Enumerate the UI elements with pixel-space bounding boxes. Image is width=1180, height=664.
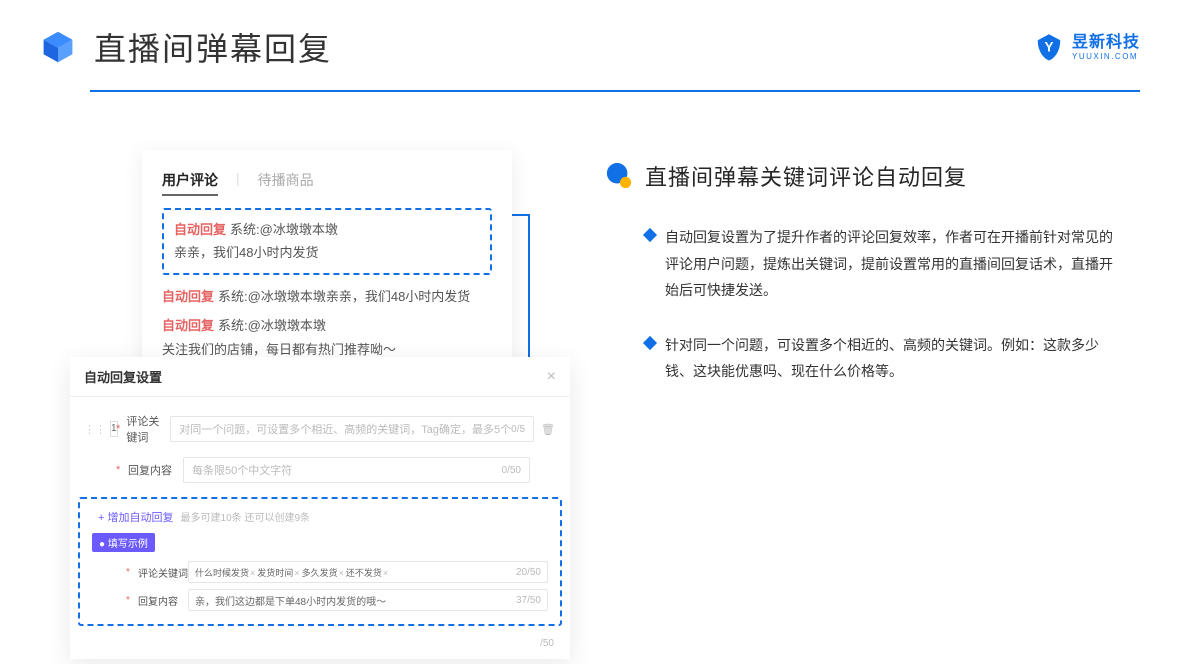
auto-reply-tag: 自动回复 (174, 218, 226, 241)
bullet-item: 针对同一个问题，可设置多个相近的、高频的关键词。例如：这款多少钱、这块能优惠吗、… (605, 332, 1125, 385)
comment-msg: 亲亲，我们48小时内发货 (174, 241, 318, 264)
tab-pending-goods[interactable]: 待播商品 (258, 170, 314, 190)
reply-label: 回复内容 (128, 462, 183, 478)
header-left: 直播间弹幕回复 (40, 24, 332, 70)
brand-icon: Y (1034, 32, 1064, 62)
reply-input[interactable]: 每条限50个中文字符 0/50 (183, 457, 530, 483)
bubble-icon (605, 162, 633, 190)
cube-icon (40, 29, 76, 65)
bullet-text: 自动回复设置为了提升作者的评论回复效率，作者可在开播前针对常见的评论用户问题，提… (665, 224, 1125, 304)
comment-item: 自动回复 系统: @冰墩墩本墩 亲亲，我们48小时内发货 (162, 285, 492, 308)
tab-divider: | (236, 170, 240, 190)
highlighted-comment: 自动回复 系统: @冰墩墩本墩 亲亲，我们48小时内发货 (162, 208, 492, 275)
system-label: 系统: (230, 218, 260, 241)
example-keyword-input[interactable]: 什么时候发货× 发货时间× 多久发货× 还不发货× 20/50 (188, 561, 548, 583)
tabs: 用户评论 | 待播商品 (162, 170, 492, 190)
diamond-bullet-icon (643, 336, 657, 350)
required-mark: * (116, 423, 122, 435)
comment-item: 自动回复 系统: @冰墩墩本墩 亲亲，我们48小时内发货 (174, 218, 480, 265)
add-sub-note: 最多可建10条 还可以创建9条 (181, 513, 310, 524)
header-rule (90, 90, 1140, 92)
slide-header: 直播间弹幕回复 Y 昱新科技 YUUXIN.COM (0, 0, 1180, 70)
svg-text:Y: Y (1044, 40, 1053, 55)
example-section: + 增加自动回复 最多可建10条 还可以创建9条 ● 填写示例 * 评论关键词 … (78, 497, 562, 626)
mention: @冰墩墩本墩 (260, 218, 338, 241)
keyword-row: ⋮⋮ 1 * 评论关键词 对同一个问题，可设置多个相近、高频的关键词，Tag确定… (70, 407, 570, 451)
delete-icon[interactable]: 🗑 (540, 423, 556, 436)
page-title: 直播间弹幕回复 (94, 24, 332, 70)
keyword-input[interactable]: 对同一个问题，可设置多个相近、高频的关键词，Tag确定，最多5个 0/5 (170, 416, 534, 442)
comments-panel: 用户评论 | 待播商品 自动回复 系统: @冰墩墩本墩 亲亲，我们48小时内发货… (142, 150, 512, 379)
example-badge: ● 填写示例 (92, 533, 155, 552)
reply-row: * 回复内容 每条限50个中文字符 0/50 (70, 451, 570, 489)
example-reply-row: * 回复内容 亲，我们这边都是下单48小时内发货的哦～ 37/50 (86, 586, 554, 614)
drag-handle-icon[interactable]: ⋮⋮ (84, 423, 106, 436)
settings-title: 自动回复设置 (84, 367, 162, 386)
description-block: 直播间弹幕关键词评论自动回复 自动回复设置为了提升作者的评论回复效率，作者可在开… (605, 160, 1125, 413)
tab-user-comments[interactable]: 用户评论 (162, 170, 218, 190)
auto-reply-settings-panel: 自动回复设置 × ⋮⋮ 1 * 评论关键词 对同一个问题，可设置多个相近、高频的… (70, 357, 570, 659)
brand-block: Y 昱新科技 YUUXIN.COM (1034, 32, 1140, 62)
comment-item: 自动回复 系统: @冰墩墩本墩 关注我们的店铺，每日都有热门推荐呦～ (162, 314, 492, 361)
keyword-label: 评论关键词 (126, 413, 170, 445)
diamond-bullet-icon (643, 228, 657, 242)
example-reply-input[interactable]: 亲，我们这边都是下单48小时内发货的哦～ 37/50 (188, 589, 548, 611)
brand-en: YUUXIN.COM (1072, 52, 1140, 62)
brand-cn: 昱新科技 (1072, 33, 1140, 52)
section-heading: 直播间弹幕关键词评论自动回复 (645, 160, 967, 192)
example-keyword-row: * 评论关键词 什么时候发货× 发货时间× 多久发货× 还不发货× 20/50 (86, 558, 554, 586)
outer-counter: /50 (540, 638, 554, 649)
close-icon[interactable]: × (547, 368, 556, 386)
bullet-text: 针对同一个问题，可设置多个相近的、高频的关键词。例如：这款多少钱、这块能优惠吗、… (665, 332, 1125, 385)
add-auto-reply-link[interactable]: + 增加自动回复 (98, 512, 173, 524)
bullet-item: 自动回复设置为了提升作者的评论回复效率，作者可在开播前针对常见的评论用户问题，提… (605, 224, 1125, 304)
